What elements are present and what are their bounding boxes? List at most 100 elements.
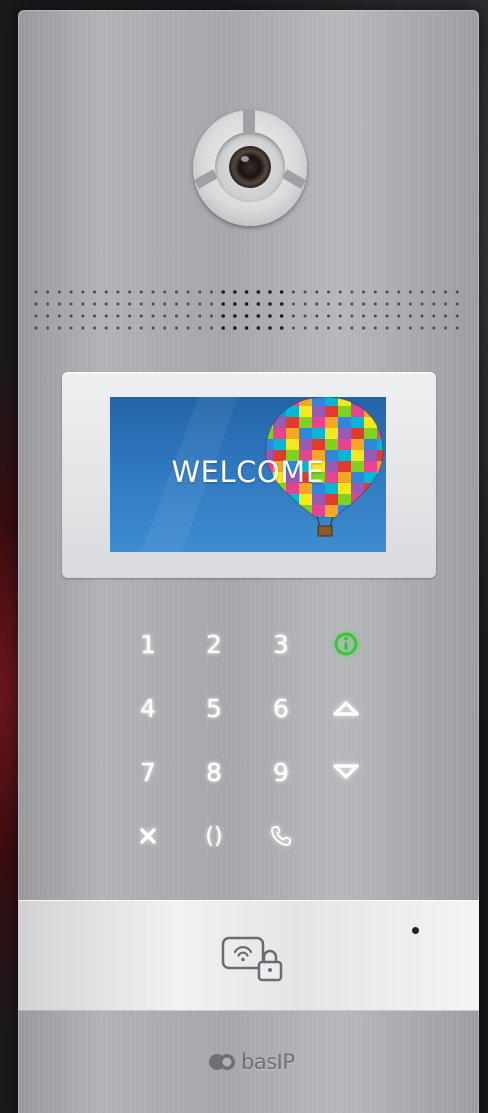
info-button[interactable] bbox=[324, 624, 368, 664]
arrow-up-icon bbox=[333, 701, 359, 716]
balloon-panel bbox=[312, 397, 325, 406]
speaker-hole bbox=[221, 302, 225, 306]
speaker-hole bbox=[268, 302, 272, 306]
speaker-hole bbox=[397, 314, 401, 318]
speaker-hole bbox=[303, 326, 307, 330]
speaker-hole bbox=[373, 302, 377, 306]
speaker-hole bbox=[350, 326, 354, 330]
camera-ring-notch bbox=[243, 110, 255, 132]
balloon-panel bbox=[338, 494, 351, 505]
key-8[interactable]: 8 bbox=[192, 752, 236, 792]
speaker-hole bbox=[279, 326, 284, 330]
key-3[interactable]: 3 bbox=[259, 624, 303, 664]
speaker-hole bbox=[444, 326, 447, 330]
balloon-panel bbox=[351, 494, 364, 505]
speaker-hole bbox=[186, 326, 190, 330]
balloon-panel bbox=[377, 516, 384, 517]
speaker-hole bbox=[338, 314, 342, 318]
speaker-hole bbox=[163, 302, 167, 306]
speaker-hole bbox=[455, 302, 459, 306]
speaker-hole bbox=[420, 302, 424, 306]
speaker-hole bbox=[315, 290, 319, 294]
speaker-hole bbox=[256, 314, 261, 318]
balloon-panel bbox=[299, 494, 312, 505]
speaker-hole bbox=[104, 302, 108, 306]
balloon-panel bbox=[325, 439, 338, 450]
speaker-hole bbox=[46, 314, 50, 318]
speaker-hole bbox=[233, 290, 237, 294]
speaker-hole bbox=[46, 326, 50, 330]
balloon-panel bbox=[351, 428, 364, 439]
balloon-panel bbox=[338, 428, 351, 439]
speaker-hole bbox=[34, 326, 38, 330]
speaker-hole bbox=[338, 290, 342, 294]
speaker-hole bbox=[69, 290, 73, 294]
speaker-hole bbox=[198, 314, 202, 318]
balloon-panel bbox=[377, 417, 384, 428]
speaker-hole bbox=[186, 314, 190, 318]
balloon-panel bbox=[273, 397, 286, 406]
speaker-hole bbox=[244, 290, 249, 294]
speaker-hole bbox=[116, 314, 120, 318]
speaker-hole bbox=[291, 314, 295, 318]
speaker-hole bbox=[93, 314, 96, 318]
speaker-hole bbox=[397, 290, 401, 294]
speaker-hole bbox=[362, 302, 366, 306]
speaker-hole bbox=[34, 314, 38, 318]
speaker-hole bbox=[291, 326, 295, 330]
speaker-hole bbox=[174, 326, 178, 330]
balloon-panel bbox=[265, 406, 273, 417]
speaker-hole bbox=[268, 290, 272, 294]
speaker-hole bbox=[315, 326, 319, 330]
camera-housing bbox=[215, 132, 285, 202]
call-button[interactable] bbox=[259, 816, 303, 856]
key-2[interactable]: 2 bbox=[192, 624, 236, 664]
speaker-hole bbox=[151, 290, 155, 294]
speaker-hole bbox=[256, 290, 261, 294]
key-9[interactable]: 9 bbox=[259, 752, 303, 792]
speaker-hole bbox=[139, 314, 143, 318]
cancel-button[interactable] bbox=[126, 816, 170, 856]
key-5[interactable]: 5 bbox=[192, 688, 236, 728]
speaker-hole bbox=[174, 314, 178, 318]
up-button[interactable] bbox=[324, 688, 368, 728]
speaker-hole bbox=[362, 326, 366, 330]
key-6[interactable]: 6 bbox=[259, 688, 303, 728]
balloon-panel bbox=[273, 516, 286, 517]
balloon-panel bbox=[325, 406, 338, 417]
speaker-hole bbox=[81, 302, 85, 306]
balloon-panel bbox=[351, 505, 364, 516]
down-button[interactable] bbox=[324, 752, 368, 792]
speaker-hole bbox=[210, 326, 213, 330]
speaker-hole bbox=[151, 302, 155, 306]
speaker-hole bbox=[291, 290, 295, 294]
key-7[interactable]: 7 bbox=[126, 752, 170, 792]
arrow-down-icon bbox=[333, 764, 359, 779]
balloon-panel bbox=[338, 505, 351, 516]
balloon-panel bbox=[325, 505, 338, 516]
key-4[interactable]: 4 bbox=[126, 688, 170, 728]
key-0[interactable]: () bbox=[192, 816, 236, 856]
balloon-panel bbox=[377, 439, 384, 450]
camera-ring-notch bbox=[281, 169, 307, 189]
speaker-hole bbox=[210, 302, 213, 306]
balloon-panel bbox=[312, 494, 325, 505]
balloon-panel bbox=[286, 494, 299, 505]
speaker-hole bbox=[93, 302, 96, 306]
balloon-panel bbox=[286, 428, 299, 439]
nfc-card-lock-icon[interactable] bbox=[221, 935, 285, 983]
speaker-hole bbox=[46, 302, 50, 306]
speaker-grille bbox=[32, 288, 468, 332]
speaker-hole bbox=[373, 290, 377, 294]
speaker-hole bbox=[408, 326, 412, 330]
key-1[interactable]: 1 bbox=[126, 624, 170, 664]
speaker-hole bbox=[128, 290, 132, 294]
balloon-panel bbox=[265, 516, 273, 517]
speaker-hole bbox=[444, 302, 447, 306]
speaker-hole bbox=[420, 314, 424, 318]
balloon-panel bbox=[265, 397, 273, 406]
speaker-hole bbox=[233, 314, 237, 318]
speaker-hole bbox=[69, 314, 73, 318]
balloon-panel bbox=[273, 439, 286, 450]
speaker-hole bbox=[385, 302, 389, 306]
